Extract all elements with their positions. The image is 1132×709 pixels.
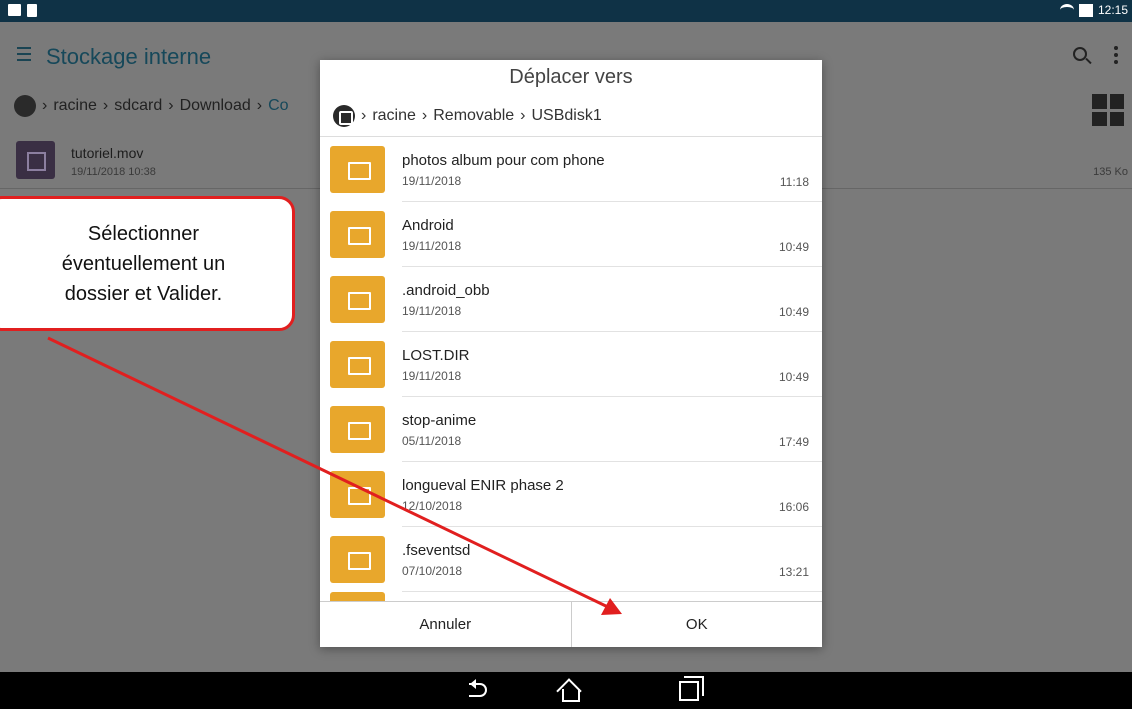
- move-to-dialog: Déplacer vers › racine › Removable › USBdis…: [320, 60, 822, 647]
- folder-icon: [330, 471, 385, 518]
- folder-date: 19/11/2018: [402, 369, 462, 383]
- folder-date: 19/11/2018: [402, 304, 462, 318]
- page-title: Stockage interne: [46, 44, 212, 69]
- video-file-icon: [16, 141, 55, 179]
- dialog-breadcrumb: › racine › Removable › USBdisk1: [320, 95, 822, 137]
- dialog-breadcrumb-item[interactable]: racine: [372, 107, 416, 125]
- folder-icon: [330, 276, 385, 323]
- folder-time: 10:49: [778, 240, 809, 254]
- folder-name: .android_obb: [402, 282, 490, 299]
- folder-item[interactable]: LOST.DIR 19/11/2018 10:49: [320, 332, 822, 397]
- photo-icon: [8, 4, 21, 16]
- folder-time: 13:21: [778, 565, 809, 579]
- folder-time: 11:18: [779, 175, 809, 189]
- folder-item[interactable]: .android_obb 19/11/2018 10:49: [320, 267, 822, 332]
- folder-icon: [330, 146, 385, 193]
- status-bar: 12:15: [0, 0, 1132, 22]
- menu-icon[interactable]: [17, 47, 31, 65]
- breadcrumb-item[interactable]: Co: [268, 97, 288, 115]
- folder-icon: [330, 341, 385, 388]
- ok-button[interactable]: OK: [570, 602, 823, 647]
- grid-view-icon[interactable]: [1092, 94, 1124, 126]
- folder-icon: [330, 536, 385, 583]
- cancel-button[interactable]: Annuler: [320, 602, 571, 647]
- folder-date: 12/10/2018: [402, 499, 463, 513]
- folder-time: 16:06: [778, 500, 809, 514]
- storage-icon: [14, 95, 36, 117]
- dialog-breadcrumb-item[interactable]: USBdisk1: [532, 107, 602, 125]
- annotation-text: Sélectionner éventuellement un dossier e…: [61, 223, 226, 305]
- file-icon: [27, 4, 37, 17]
- status-time: 12:15: [1097, 3, 1128, 17]
- folder-time: 10:49: [778, 370, 809, 384]
- dialog-breadcrumb-item[interactable]: Removable: [433, 107, 514, 125]
- folder-item[interactable]: longueval ENIR phase 2 12/10/2018 16:06: [320, 462, 822, 527]
- file-name: tutoriel.mov: [71, 145, 144, 161]
- navigation-bar: [0, 672, 1132, 709]
- folder-item[interactable]: photos album pour com phone 19/11/2018 1…: [320, 137, 822, 202]
- folder-time: 17:49: [778, 435, 809, 449]
- folder-name: stop-anime: [402, 412, 477, 429]
- folder-name: LOST.DIR: [402, 347, 470, 364]
- breadcrumb-item[interactable]: sdcard: [114, 97, 162, 115]
- folder-list[interactable]: photos album pour com phone 19/11/2018 1…: [320, 137, 822, 601]
- folder-item[interactable]: Android 19/11/2018 10:49: [320, 202, 822, 267]
- dialog-title: Déplacer vers: [509, 66, 633, 88]
- folder-icon: [330, 592, 385, 601]
- usb-storage-icon: [333, 104, 355, 127]
- folder-name: Android: [402, 217, 454, 234]
- file-date: 19/11/2018 10:38: [71, 166, 156, 178]
- search-icon[interactable]: [1073, 47, 1087, 61]
- folder-item[interactable]: .fseventsd 07/10/2018 13:21: [320, 527, 822, 592]
- folder-date: 07/10/2018: [402, 564, 463, 578]
- annotation-callout: Sélectionner éventuellement un dossier e…: [0, 196, 295, 331]
- breadcrumb-item[interactable]: Download: [180, 97, 251, 115]
- folder-item[interactable]: stop-anime 05/11/2018 17:49: [320, 397, 822, 462]
- folder-date: 05/11/2018: [402, 434, 462, 448]
- folder-time: 10:49: [778, 305, 809, 319]
- more-options-icon[interactable]: [1114, 46, 1118, 67]
- breadcrumb: › racine › sdcard › Download › Co: [14, 95, 289, 117]
- folder-name: photos album pour com phone: [402, 152, 605, 169]
- dialog-actions: Annuler OK: [320, 601, 822, 647]
- home-icon[interactable]: [558, 678, 580, 702]
- folder-date: 19/11/2018: [402, 239, 462, 253]
- back-icon[interactable]: [469, 679, 487, 697]
- recent-apps-icon[interactable]: [679, 676, 704, 701]
- battery-icon: [1078, 3, 1093, 17]
- folder-name: .fseventsd: [402, 542, 471, 559]
- folder-name: longueval ENIR phase 2: [402, 477, 564, 494]
- file-size: 135 Ko: [1093, 166, 1128, 178]
- folder-icon: [330, 406, 385, 453]
- divider: [402, 591, 822, 592]
- wifi-icon: [1059, 4, 1074, 16]
- folder-icon: [330, 211, 385, 258]
- breadcrumb-item[interactable]: racine: [53, 97, 97, 115]
- folder-date: 19/11/2018: [402, 174, 462, 188]
